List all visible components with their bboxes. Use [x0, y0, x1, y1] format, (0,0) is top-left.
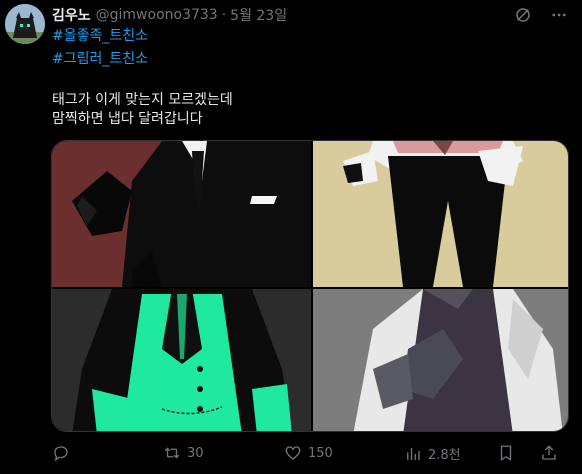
hashtag-link[interactable]: #올좋족_트친소 [52, 27, 148, 45]
heart-icon [285, 446, 301, 460]
tweet-text-line: 맘찍하면 냅다 달려갑니다 [52, 111, 203, 127]
views-button[interactable]: 2.8천 [404, 444, 461, 463]
tweet-top-actions [514, 6, 568, 28]
media-grid [51, 140, 569, 432]
retweet-icon [164, 447, 180, 459]
tweet[interactable]: 김우노 @gimwoono3733 · 5월 23일 #올좋족_트친소 #그림러… [0, 0, 582, 474]
media-image-white-shirt[interactable] [313, 141, 568, 287]
share-button[interactable] [540, 444, 558, 462]
separator-dot: · [221, 7, 227, 23]
share-icon [542, 445, 556, 460]
retweet-count: 30 [187, 445, 204, 461]
author-handle[interactable]: @gimwoono3733 [96, 7, 218, 23]
reply-icon [54, 446, 68, 462]
bookmark-button[interactable] [497, 444, 515, 462]
tweet-text-line: 태그가 이게 맞는지 모르겠는데 [52, 92, 233, 108]
avatar[interactable] [5, 4, 45, 44]
tweet-action-bar: 30 150 2.8천 [52, 444, 570, 466]
media-image-black-suit[interactable] [52, 141, 311, 287]
reply-button[interactable] [52, 444, 76, 462]
like-button[interactable]: 150 [284, 444, 333, 462]
bookmark-icon [500, 445, 512, 462]
retweet-button[interactable]: 30 [163, 444, 204, 462]
tweet-date[interactable]: 5월 23일 [230, 5, 287, 25]
author-name[interactable]: 김우노 [52, 5, 91, 25]
media-image-green-vest[interactable] [52, 289, 311, 431]
grok-icon[interactable] [514, 6, 532, 28]
hashtag-link[interactable]: #그림러_트친소 [52, 50, 148, 68]
like-count: 150 [308, 445, 333, 461]
media-image-white-coat[interactable] [313, 289, 568, 431]
views-icon [407, 447, 420, 460]
views-count: 2.8천 [428, 448, 461, 463]
tweet-header: 김우노 @gimwoono3733 · 5월 23일 [52, 5, 287, 25]
more-icon[interactable] [550, 6, 568, 28]
